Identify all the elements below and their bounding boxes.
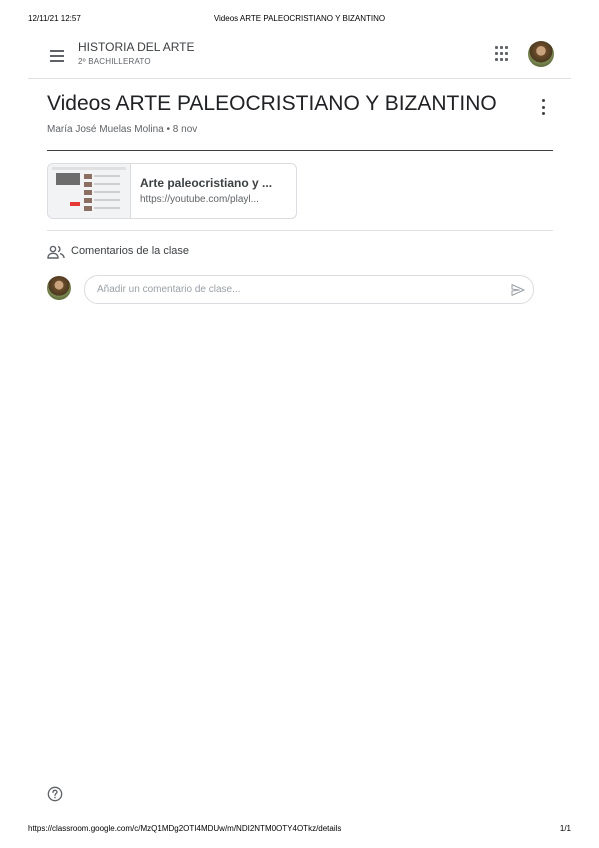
print-title: Videos ARTE PALEOCRISTIANO Y BIZANTINO bbox=[213, 14, 386, 23]
post-meta: María José Muelas Molina • 8 nov bbox=[47, 124, 197, 135]
help-icon[interactable] bbox=[47, 786, 63, 802]
commenter-avatar bbox=[47, 276, 71, 300]
meta-separator: • bbox=[166, 124, 171, 135]
post-author: María José Muelas Molina bbox=[47, 124, 164, 135]
header-divider bbox=[47, 150, 553, 151]
section-divider bbox=[47, 230, 553, 231]
course-name[interactable]: HISTORIA DEL ARTE bbox=[78, 40, 194, 54]
attachment-title: Arte paleocristiano y ... bbox=[140, 176, 273, 190]
print-page-number: 1/1 bbox=[559, 824, 571, 833]
page-title: Videos ARTE PALEOCRISTIANO Y BIZANTINO bbox=[47, 92, 497, 115]
more-vert-icon[interactable] bbox=[538, 99, 548, 115]
print-header: 12/11/21 12:57 Videos ARTE PALEOCRISTIAN… bbox=[0, 12, 599, 26]
attachment-card[interactable]: Arte paleocristiano y ... https://youtub… bbox=[47, 163, 297, 219]
menu-icon[interactable] bbox=[46, 45, 68, 67]
print-footer: https://classroom.google.com/c/MzQ1MDg2O… bbox=[0, 822, 599, 836]
attachment-url: https://youtube.com/playl... bbox=[140, 194, 259, 205]
people-icon bbox=[47, 245, 65, 259]
course-section: 2º BACHILLERATO bbox=[78, 57, 151, 66]
app-bar: HISTORIA DEL ARTE 2º BACHILLERATO bbox=[28, 34, 571, 79]
comment-input[interactable] bbox=[97, 276, 497, 303]
print-url: https://classroom.google.com/c/MzQ1MDg2O… bbox=[28, 824, 342, 833]
post-date: 8 nov bbox=[172, 124, 198, 135]
send-icon[interactable] bbox=[510, 282, 526, 298]
comments-label: Comentarios de la clase bbox=[71, 245, 190, 257]
account-avatar[interactable] bbox=[528, 41, 554, 67]
comment-box bbox=[84, 275, 534, 304]
apps-grid-icon[interactable] bbox=[495, 46, 511, 62]
attachment-thumbnail bbox=[48, 164, 131, 218]
